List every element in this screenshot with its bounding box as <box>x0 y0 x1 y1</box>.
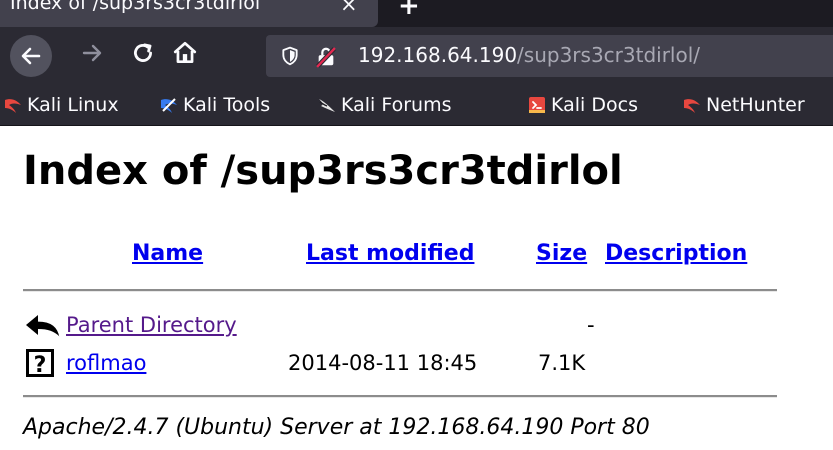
new-tab-icon[interactable]: + <box>398 0 420 21</box>
bookmark-label: NetHunter <box>706 94 805 116</box>
url-bar[interactable]: 192.168.64.190/sup3rs3cr3tdirlol/ <box>266 35 833 77</box>
url-text[interactable]: 192.168.64.190/sup3rs3cr3tdirlol/ <box>358 43 700 67</box>
home-icon[interactable] <box>172 40 198 66</box>
kali-dragon-icon <box>5 99 21 113</box>
back-folder-icon <box>26 315 61 338</box>
kali-dragon-icon <box>684 99 700 113</box>
cell-size: 7.1K <box>538 351 586 375</box>
kali-dragon-icon <box>161 98 177 113</box>
column-header-description[interactable]: Description <box>605 241 747 266</box>
tab-strip: Index of /sup3rs3cr3tdirlol × + <box>0 0 833 27</box>
kali-forums-icon <box>319 99 335 112</box>
link-parent-directory[interactable]: Parent Directory <box>66 313 237 337</box>
tab-close-icon[interactable]: × <box>340 0 358 16</box>
bookmark-kali-tools[interactable]: Kali Tools <box>160 94 270 118</box>
bookmark-nethunter[interactable]: NetHunter <box>683 94 805 118</box>
back-button[interactable] <box>10 35 52 77</box>
bookmarks-toolbar: Kali Linux Kali Tools Kali Forums Kali D… <box>0 86 833 126</box>
navigation-toolbar: 192.168.64.190/sup3rs3cr3tdirlol/ <box>0 27 833 86</box>
bookmark-kali-docs[interactable]: Kali Docs <box>528 94 638 118</box>
tab-active[interactable]: Index of /sup3rs3cr3tdirlol × <box>0 0 378 27</box>
url-path: /sup3rs3cr3tdirlol/ <box>517 43 701 67</box>
tab-title: Index of /sup3rs3cr3tdirlol <box>10 0 261 14</box>
svg-text:?: ? <box>34 353 47 377</box>
server-signature: Apache/2.4.7 (Ubuntu) Server at 192.168.… <box>23 415 650 440</box>
unknown-file-icon: ? <box>26 349 54 377</box>
column-header-size[interactable]: Size <box>536 241 587 266</box>
shield-icon[interactable] <box>280 46 300 66</box>
column-header-name[interactable]: Name <box>132 241 203 266</box>
divider <box>23 289 777 292</box>
forward-arrow-icon[interactable] <box>80 41 104 65</box>
divider <box>23 395 777 398</box>
link-roflmao[interactable]: roflmao <box>66 351 146 375</box>
url-host: 192.168.64.190 <box>358 43 518 67</box>
cell-size: - <box>587 313 595 337</box>
page-title: Index of /sup3rs3cr3tdirlol <box>23 148 623 194</box>
reload-icon[interactable] <box>130 40 156 66</box>
bookmark-kali-forums[interactable]: Kali Forums <box>318 94 452 118</box>
cell-modified: 2014-08-11 18:45 <box>288 351 478 375</box>
back-arrow-icon <box>21 47 41 65</box>
kali-docs-icon <box>529 97 545 113</box>
bookmark-label: Kali Docs <box>551 94 638 116</box>
bookmark-label: Kali Tools <box>183 94 271 116</box>
bookmark-label: Kali Linux <box>27 94 119 116</box>
column-header-last-modified[interactable]: Last modified <box>306 241 474 266</box>
insecure-lock-icon[interactable] <box>315 46 337 68</box>
bookmark-kali-linux[interactable]: Kali Linux <box>4 94 119 118</box>
bookmark-label: Kali Forums <box>341 94 452 116</box>
page-content: Index of /sup3rs3cr3tdirlol Name Last mo… <box>0 126 833 450</box>
